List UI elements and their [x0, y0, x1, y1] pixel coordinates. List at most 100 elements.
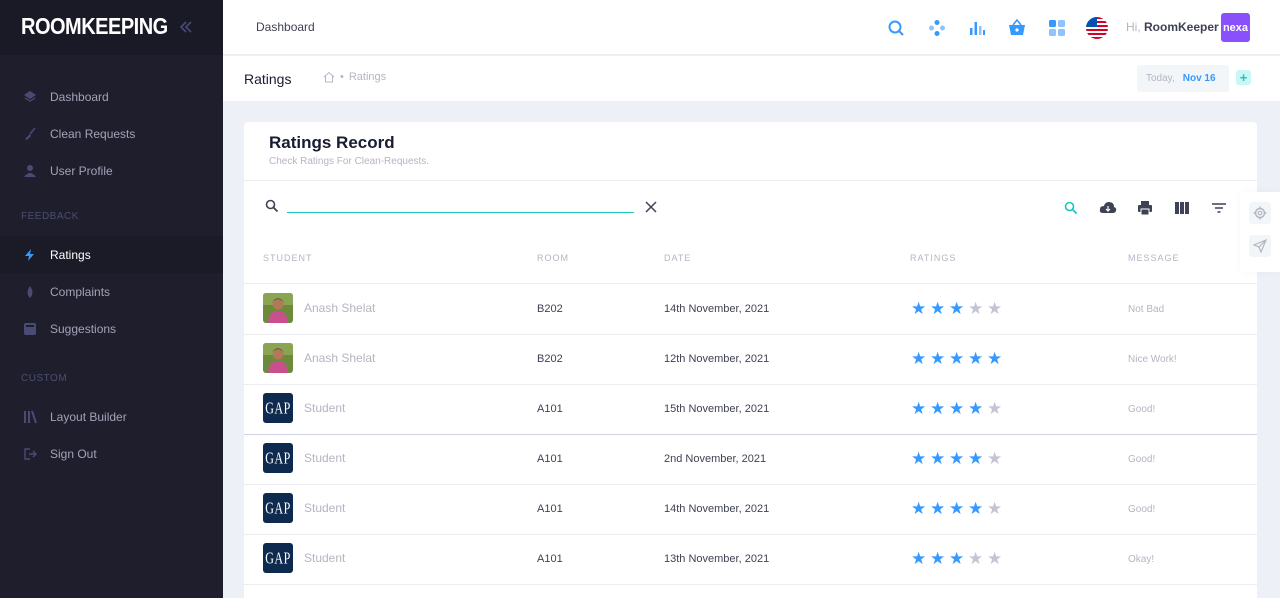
search-icon[interactable] [885, 17, 907, 39]
sidebar-item-label: Complaints [50, 284, 111, 299]
brand: ROOMKEEPING [0, 0, 223, 55]
room-cell: A101 [537, 503, 563, 515]
star-filled-icon: ★ [930, 299, 946, 318]
print-icon[interactable] [1136, 199, 1154, 217]
column-header-ratings[interactable]: RATINGS [910, 253, 956, 263]
note-icon [21, 320, 38, 337]
table-toolbar [244, 181, 1257, 241]
tab-dashboard[interactable]: Dashboard [256, 20, 315, 34]
subheader: Ratings • Ratings Today, Nov 16 + [223, 56, 1280, 101]
sidebar-item-label: Sign Out [50, 446, 97, 461]
star-filled-icon: ★ [987, 349, 1003, 368]
download-icon[interactable] [1099, 199, 1117, 217]
breadcrumb-separator: • [340, 71, 344, 83]
chart-bars-icon[interactable] [966, 17, 988, 39]
star-filled-icon: ★ [930, 449, 946, 468]
sidebar-item-dashboard[interactable]: Dashboard [0, 78, 223, 115]
star-filled-icon: ★ [911, 549, 927, 568]
room-cell: B202 [537, 303, 563, 315]
gap-logo-text: GAP [265, 447, 291, 468]
clear-icon[interactable] [645, 201, 657, 213]
table-row[interactable]: GAP Student A101 15th November, 2021 ★ ★ ★ ★ ★ Go… [244, 385, 1257, 435]
student-name[interactable]: Student [304, 451, 345, 465]
filter-icon[interactable] [1210, 199, 1228, 217]
sidebar-item-clean-requests[interactable]: Clean Requests [0, 115, 223, 152]
star-filled-icon: ★ [930, 349, 946, 368]
message-cell: Good! [1128, 454, 1156, 465]
add-button[interactable]: + [1236, 70, 1251, 85]
star-filled-icon: ★ [911, 299, 927, 318]
column-header-message[interactable]: MESSAGE [1128, 253, 1180, 263]
greeting-prefix: Hi, [1126, 20, 1141, 34]
sidebar-item-sign-out[interactable]: Sign Out [0, 435, 223, 472]
student-name[interactable]: Anash Shelat [304, 301, 375, 315]
student-name[interactable]: Student [304, 501, 345, 515]
table-row[interactable]: GAP Student A101 14th November, 2021 ★ ★ ★ ★ ★ Go… [244, 485, 1257, 535]
table-row[interactable]: Anash Shelat B202 12th November, 2021 ★ ★ ★ ★ ★… [244, 335, 1257, 385]
table-row[interactable]: Anash Shelat B202 14th November, 2021 ★ ★ ★ ★ ★… [244, 285, 1257, 335]
room-cell: B202 [537, 353, 563, 365]
user-greeting[interactable]: Hi, RoomKeeper [1126, 20, 1219, 34]
star-rating: ★ ★ ★ ★ ★ [911, 349, 1006, 368]
drop-icon [21, 283, 38, 300]
star-empty-icon: ★ [987, 299, 1003, 318]
star-empty-icon: ★ [987, 399, 1003, 418]
date-cell: 12th November, 2021 [664, 353, 770, 365]
sidebar-item-label: Layout Builder [50, 409, 127, 424]
sidebar-item-user-profile[interactable]: User Profile [0, 152, 223, 189]
message-cell: Not Bad [1128, 304, 1165, 315]
student-name[interactable]: Student [304, 401, 345, 415]
card-header: Ratings Record Check Ratings For Clean-R… [244, 122, 1257, 181]
sidebar-item-label: Clean Requests [50, 126, 136, 141]
date-cell: 13th November, 2021 [664, 553, 770, 565]
breadcrumb: • Ratings [323, 71, 386, 83]
star-empty-icon: ★ [987, 499, 1003, 518]
star-filled-icon: ★ [911, 349, 927, 368]
star-rating: ★ ★ ★ ★ ★ [911, 499, 1006, 518]
star-filled-icon: ★ [949, 449, 965, 468]
columns-icon[interactable] [1173, 199, 1191, 217]
student-name[interactable]: Student [304, 551, 345, 565]
collapse-sidebar-icon[interactable] [177, 18, 195, 36]
brand-logo[interactable]: ROOMKEEPING [21, 14, 168, 40]
breadcrumb-item[interactable]: Ratings [349, 71, 386, 83]
basket-icon[interactable] [1006, 17, 1028, 39]
table-header: STUDENT ROOM DATE RATINGS MESSAGE [244, 249, 1257, 284]
layers-icon [21, 88, 38, 105]
settings-icon[interactable] [1249, 202, 1271, 224]
column-header-date[interactable]: DATE [664, 253, 691, 263]
ratings-card: Ratings Record Check Ratings For Clean-R… [244, 122, 1257, 598]
sidebar-item-layout-builder[interactable]: Layout Builder [0, 398, 223, 435]
sidebar-item-label: Ratings [50, 247, 91, 262]
user-name: RoomKeeper [1144, 20, 1219, 34]
table-row[interactable]: GAP Student A101 13th November, 2021 ★ ★ ★ ★ ★ Ok… [244, 535, 1257, 585]
student-name[interactable]: Anash Shelat [304, 351, 375, 365]
search-input[interactable] [287, 212, 634, 213]
us-flag-icon[interactable] [1086, 17, 1108, 39]
date-cell: 2nd November, 2021 [664, 453, 767, 465]
apps-icon[interactable] [1046, 17, 1068, 39]
sidebar-item-suggestions[interactable]: Suggestions [0, 310, 223, 347]
column-header-room[interactable]: ROOM [537, 253, 569, 263]
star-filled-icon: ★ [968, 499, 984, 518]
sign-out-icon [21, 445, 38, 462]
star-filled-icon: ★ [911, 499, 927, 518]
sidebar-item-complaints[interactable]: Complaints [0, 273, 223, 310]
table-row[interactable]: GAP Student A101 2nd November, 2021 ★ ★ ★ ★ ★ Goo… [244, 435, 1257, 485]
sidebar-item-label: Dashboard [50, 89, 109, 104]
column-header-student[interactable]: STUDENT [263, 253, 313, 263]
card-subtitle: Check Ratings For Clean-Requests. [269, 156, 430, 167]
star-filled-icon: ★ [968, 399, 984, 418]
star-filled-icon: ★ [930, 549, 946, 568]
student-photo-avatar [263, 343, 293, 373]
date-picker[interactable]: Today, Nov 16 [1137, 65, 1229, 92]
star-filled-icon: ★ [949, 349, 965, 368]
home-icon[interactable] [323, 71, 335, 83]
cluster-icon[interactable] [926, 17, 948, 39]
search-toggle-icon[interactable] [1062, 199, 1080, 217]
star-rating: ★ ★ ★ ★ ★ [911, 449, 1006, 468]
sidebar-item-ratings[interactable]: Ratings [0, 236, 223, 273]
send-icon[interactable] [1249, 235, 1271, 257]
avatar[interactable]: nexa [1221, 13, 1250, 42]
sidebar-item-label: User Profile [50, 163, 113, 178]
